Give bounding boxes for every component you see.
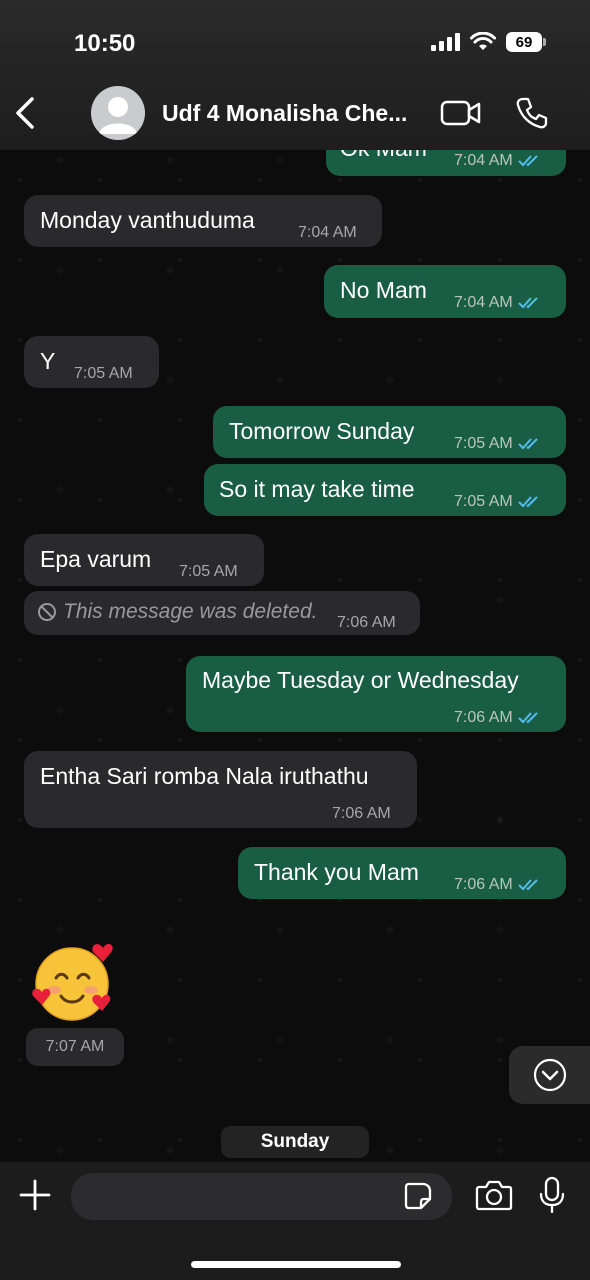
message-time: 7:04 AM	[454, 152, 513, 169]
message-meta: 7:05 AM	[454, 430, 543, 458]
message-time: 7:06 AM	[332, 805, 391, 822]
person-icon	[99, 97, 137, 134]
message-time: 7:04 AM	[454, 294, 513, 311]
message-text: Monday vanthuduma	[40, 207, 255, 233]
message-meta: 7:04 AM	[454, 289, 543, 317]
message-bubble-outgoing[interactable]: So it may take time 7:05 AM	[204, 464, 566, 516]
message-bubble-outgoing[interactable]: Maybe Tuesday or Wednesday 7:06 AM	[186, 656, 566, 732]
wifi-icon	[470, 32, 496, 50]
message-text: Thank you Mam	[254, 859, 419, 885]
read-receipt-icon	[517, 712, 538, 724]
date-separator: Sunday	[221, 1126, 369, 1158]
message-bubble-incoming[interactable]: Epa varum 7:05 AM	[24, 534, 264, 586]
status-icons: 69	[431, 32, 546, 52]
message-meta: 7:06 AM	[454, 704, 543, 732]
message-time: 7:05 AM	[454, 493, 513, 510]
camera-icon[interactable]	[475, 1178, 513, 1212]
back-arrow-icon[interactable]	[12, 96, 42, 130]
message-time: 7:06 AM	[454, 709, 513, 726]
deleted-icon	[38, 603, 56, 621]
battery-icon: 69	[506, 32, 546, 52]
message-text: Maybe Tuesday or Wednesday	[202, 667, 519, 693]
message-text: This message was deleted.	[63, 600, 318, 623]
phone-call-icon[interactable]	[515, 96, 549, 130]
message-text: Y	[40, 348, 56, 374]
message-input[interactable]	[71, 1173, 452, 1220]
message-bubble-incoming[interactable]: Entha Sari romba Nala iruthathu 7:06 AM	[24, 751, 417, 828]
chat-background	[0, 0, 590, 1280]
message-meta: 7:05 AM	[454, 488, 543, 516]
message-bubble-outgoing[interactable]: Thank you Mam 7:06 AM	[238, 847, 566, 899]
message-meta: 7:04 AM	[454, 147, 543, 175]
message-bubble-outgoing[interactable]: Tomorrow Sunday 7:05 AM	[213, 406, 566, 458]
message-time: 7:05 AM	[74, 365, 133, 382]
contact-avatar[interactable]	[91, 86, 145, 140]
message-meta: 7:06 AM	[454, 871, 543, 899]
message-bubble-outgoing[interactable]: No Mam 7:04 AM	[324, 265, 566, 318]
chevron-down-circle-icon	[533, 1058, 566, 1092]
header-bar: 10:50 69 Udf 4 Monalisha Che...	[0, 0, 590, 150]
read-receipt-icon	[517, 438, 538, 450]
read-receipt-icon	[517, 496, 538, 508]
message-time: 7:06 AM	[337, 614, 396, 631]
microphone-icon[interactable]	[539, 1176, 565, 1214]
message-bubble-incoming[interactable]: Y 7:05 AM	[24, 336, 159, 388]
message-text: No Mam	[340, 277, 427, 303]
smiling-face-with-hearts-emoji[interactable]	[30, 938, 118, 1026]
plus-icon[interactable]	[18, 1178, 52, 1212]
message-time: 7:05 AM	[454, 435, 513, 452]
message-time: 7:06 AM	[454, 876, 513, 893]
sticker-icon[interactable]	[403, 1181, 433, 1211]
read-receipt-icon	[517, 879, 538, 891]
read-receipt-icon	[517, 297, 538, 309]
message-text: So it may take time	[219, 476, 415, 502]
message-time: 7:04 AM	[298, 224, 357, 241]
home-indicator[interactable]	[191, 1261, 401, 1268]
scroll-to-bottom-button[interactable]	[509, 1046, 590, 1104]
message-text: Tomorrow Sunday	[229, 418, 415, 444]
message-time: 7:07 AM	[26, 1028, 124, 1066]
cellular-signal-icon	[431, 33, 460, 51]
read-receipt-icon	[517, 155, 538, 167]
status-time: 10:50	[74, 30, 136, 57]
message-text: Entha Sari romba Nala iruthathu	[40, 763, 369, 789]
contact-name[interactable]: Udf 4 Monalisha Che...	[162, 100, 407, 127]
video-call-icon[interactable]	[440, 98, 482, 128]
message-time: 7:05 AM	[179, 563, 238, 580]
message-text: Epa varum	[40, 546, 152, 572]
message-bubble-incoming[interactable]: Monday vanthuduma 7:04 AM	[24, 195, 382, 247]
deleted-message-bubble[interactable]: This message was deleted. 7:06 AM	[24, 591, 420, 635]
